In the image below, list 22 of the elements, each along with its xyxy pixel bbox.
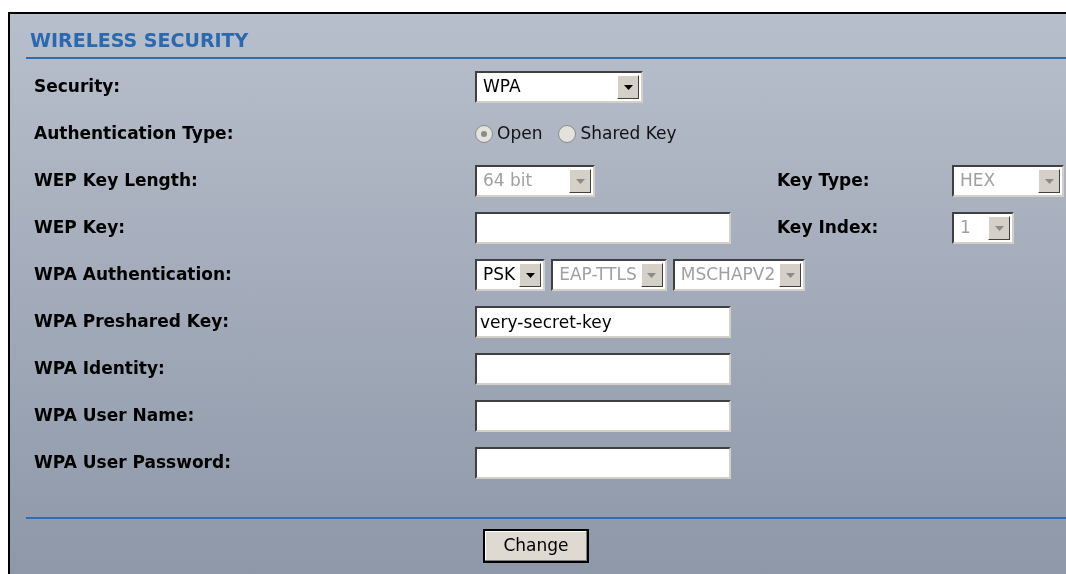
dropdown[interactable]: PSK: [475, 259, 546, 291]
change-button[interactable]: Change: [483, 528, 589, 563]
field-label: WEP Key Length:: [34, 169, 199, 193]
field-label: WPA User Name:: [34, 404, 196, 428]
field-label: Security:: [34, 75, 122, 99]
field-label: WPA Identity:: [34, 357, 166, 381]
field-label: WPA Authentication:: [34, 263, 233, 287]
field-label: Authentication Type:: [34, 122, 235, 146]
field-label: Key Type:: [777, 169, 871, 193]
section-title: WIRELESS SECURITY: [30, 29, 249, 51]
radio-label: Open: [497, 122, 543, 146]
dropdown[interactable]: WPA: [475, 71, 643, 103]
radio-label: Shared Key: [580, 122, 677, 146]
text-field[interactable]: very-secret-key: [475, 306, 731, 338]
text-field[interactable]: [475, 212, 731, 244]
text-field[interactable]: [475, 400, 731, 432]
field-label: WPA User Password:: [34, 451, 232, 475]
text-field[interactable]: [475, 353, 731, 385]
field-label: WEP Key:: [34, 216, 127, 240]
field-label: WPA Preshared Key:: [34, 310, 231, 334]
field-label: Key Index:: [777, 216, 880, 240]
text-field[interactable]: [475, 447, 731, 479]
